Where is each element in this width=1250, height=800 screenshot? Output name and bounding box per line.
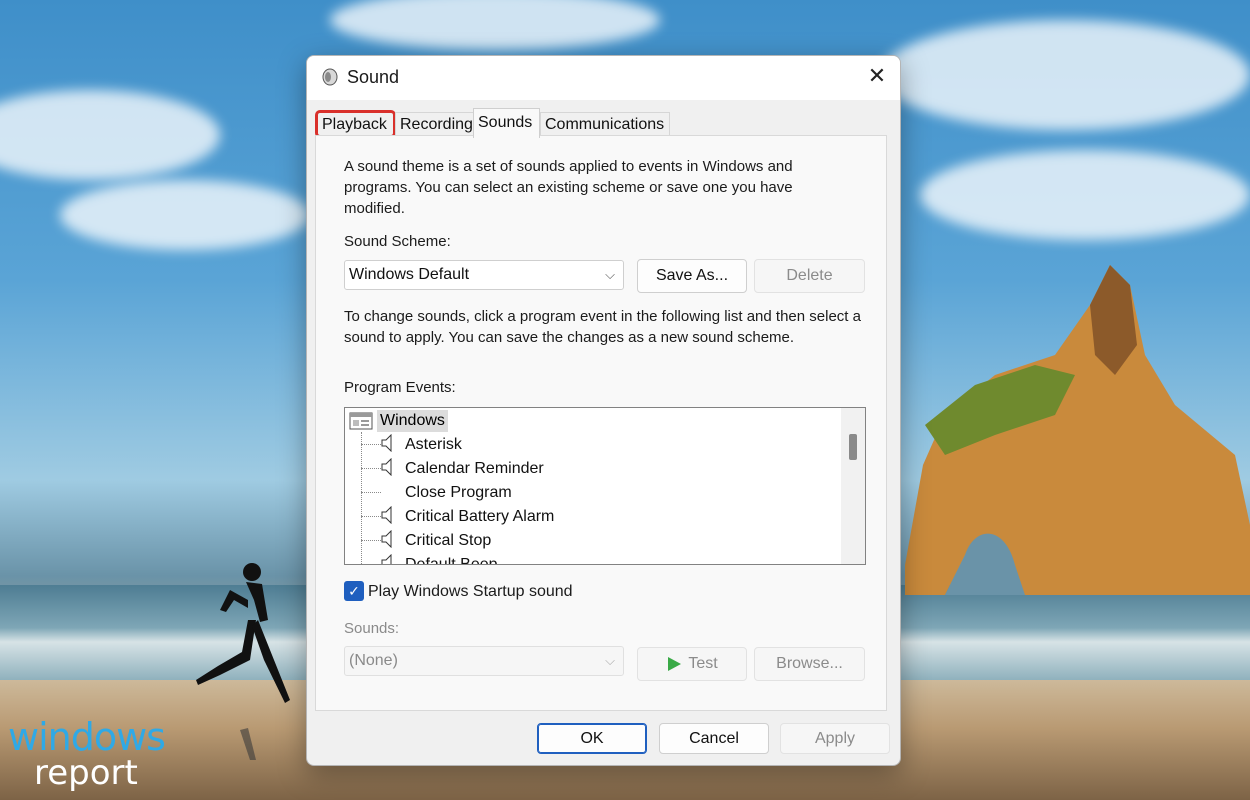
cancel-button[interactable]: Cancel [659, 723, 769, 754]
title-bar[interactable]: Sound ✕ [307, 56, 900, 100]
ok-button[interactable]: OK [537, 723, 647, 754]
cloud [880, 20, 1250, 130]
save-as-button[interactable]: Save As... [637, 259, 747, 293]
event-critical-battery-alarm[interactable]: Critical Battery Alarm [405, 505, 554, 529]
scrollbar-thumb[interactable] [849, 434, 857, 460]
event-default-beep[interactable]: Default Beep [405, 553, 498, 565]
tree-branch [361, 468, 381, 469]
tree-branch [361, 444, 381, 445]
speaker-icon [321, 68, 339, 86]
startup-sound-label[interactable]: Play Windows Startup sound [368, 581, 573, 602]
close-button[interactable]: ✕ [854, 56, 900, 96]
test-label: Test [688, 655, 717, 673]
tab-sounds[interactable]: Sounds [473, 108, 540, 138]
cloud [0, 90, 220, 180]
delete-button[interactable]: Delete [754, 259, 865, 293]
event-calendar-reminder[interactable]: Calendar Reminder [405, 457, 544, 481]
browse-button[interactable]: Browse... [754, 647, 865, 681]
close-icon: ✕ [868, 63, 886, 89]
sound-scheme-value: Windows Default [349, 266, 469, 283]
sound-dialog: Sound ✕ Playback Recording Sounds Commun… [306, 55, 901, 766]
speaker-icon [381, 530, 393, 548]
sounds-label: Sounds: [344, 618, 399, 639]
event-critical-stop[interactable]: Critical Stop [405, 529, 491, 553]
cloud [60, 180, 310, 250]
instructions-text: To change sounds, click a program event … [344, 306, 869, 348]
speaker-icon [381, 554, 393, 565]
program-events-label: Program Events: [344, 377, 456, 398]
tab-communications[interactable]: Communications [540, 112, 670, 136]
sounds-panel: A sound theme is a set of sounds applied… [315, 135, 887, 711]
program-events-list[interactable]: Windows Asterisk Calendar Reminder Close… [344, 407, 866, 565]
chevron-down-icon: ⌵ [605, 261, 615, 289]
windows-report-logo: windows report [8, 718, 165, 790]
tree-branch [361, 564, 381, 565]
window-folder-icon [349, 412, 373, 430]
tab-recording[interactable]: Recording [395, 112, 477, 136]
scheme-description: A sound theme is a set of sounds applied… [344, 156, 844, 219]
chevron-down-icon: ⌵ [605, 647, 615, 675]
runner-silhouette [190, 560, 305, 760]
sounds-select[interactable]: (None) ⌵ [344, 646, 624, 676]
tree-line [361, 432, 362, 565]
speaker-icon [381, 506, 393, 524]
speaker-icon [381, 434, 393, 452]
sound-scheme-label: Sound Scheme: [344, 231, 451, 252]
tree-branch [361, 516, 381, 517]
sound-scheme-select[interactable]: Windows Default ⌵ [344, 260, 624, 290]
event-asterisk[interactable]: Asterisk [405, 433, 462, 457]
event-close-program[interactable]: Close Program [405, 481, 512, 505]
checkmark-icon: ✓ [348, 583, 360, 600]
test-button[interactable]: Test [637, 647, 747, 681]
play-icon [666, 656, 682, 672]
apply-button[interactable]: Apply [780, 723, 890, 754]
logo-line2: report [34, 756, 165, 790]
cloud [920, 150, 1250, 240]
cloud [330, 0, 660, 50]
startup-sound-checkbox[interactable]: ✓ [344, 581, 364, 601]
logo-line1: windows [8, 718, 165, 756]
tree-branch [361, 540, 381, 541]
tab-playback[interactable]: Playback [317, 112, 394, 136]
tree-branch [361, 492, 381, 493]
speaker-icon [381, 458, 393, 476]
events-root-label: Windows [377, 410, 448, 432]
rock-arch-image [905, 265, 1250, 595]
events-scrollbar[interactable] [841, 408, 865, 564]
window-title: Sound [347, 67, 399, 88]
sounds-value: (None) [349, 652, 398, 669]
